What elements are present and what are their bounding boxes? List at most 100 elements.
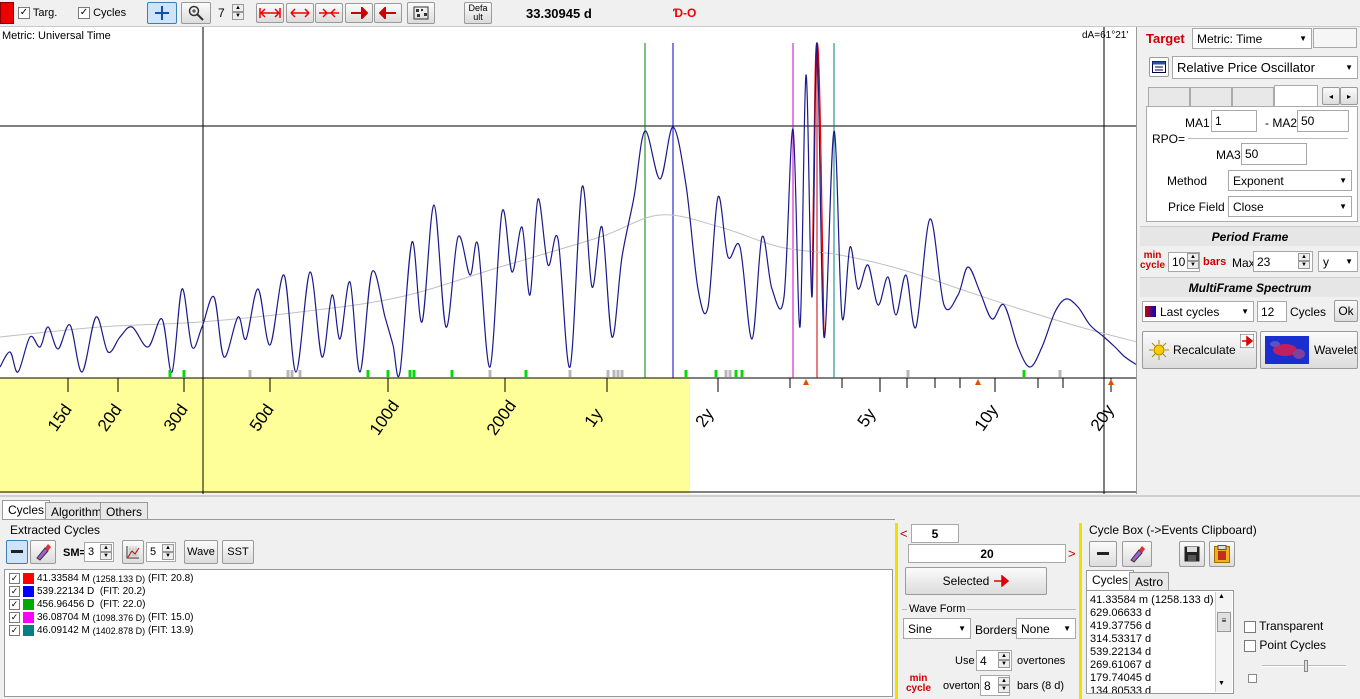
target-color-swatch[interactable] — [0, 2, 14, 24]
ma1-input[interactable]: 1 — [1211, 110, 1257, 132]
tab-others[interactable]: Others — [100, 502, 149, 520]
indicator-tab-1[interactable] — [1148, 87, 1190, 107]
save-button[interactable] — [1179, 541, 1205, 567]
cycle-box-edit-button[interactable] — [1122, 541, 1152, 567]
options-small-checkbox[interactable] — [1248, 674, 1257, 683]
cycle-box-scroll-up[interactable]: ▲ — [1218, 593, 1225, 600]
zoom-button[interactable] — [181, 2, 211, 24]
crosshair-button[interactable] — [147, 2, 177, 24]
last-cycles-select[interactable]: Last cycles — [1142, 301, 1254, 322]
expand-range-button[interactable] — [256, 3, 284, 23]
cycle-color-swatch[interactable] — [23, 612, 34, 623]
cycle-color-swatch[interactable] — [23, 625, 34, 636]
cycles-count-input[interactable]: 12 — [1257, 301, 1287, 322]
tab-scroll-right[interactable]: ▸ — [1340, 87, 1358, 105]
stretch-button[interactable] — [286, 3, 314, 23]
cycle-row-checkbox[interactable]: ✓ — [9, 586, 20, 597]
tab-algorithm[interactable]: Algorithm — [45, 502, 108, 520]
default-button[interactable]: Defa ult — [464, 2, 492, 24]
cycle-box-item[interactable]: 41.33584 m (1258.133 d) — [1090, 594, 1233, 607]
cycle-row[interactable]: ✓ 46.09142 M (1402.878 D) (FIT: 13.9) — [5, 624, 892, 637]
zoom-spinner[interactable]: ▲ ▼ — [232, 4, 244, 20]
count-spinner[interactable]: ▲ ▼ — [162, 544, 174, 560]
cycles-label: Cycles — [93, 7, 127, 19]
indicator-tab-2[interactable] — [1190, 87, 1232, 107]
edit-cycle-button[interactable] — [30, 540, 56, 564]
cycles-checkbox[interactable]: ✓ Cycles — [78, 7, 127, 20]
ma3-input[interactable]: 50 — [1241, 143, 1307, 165]
selected-button[interactable]: Selected — [905, 567, 1047, 595]
recalculate-button[interactable]: Recalculate — [1142, 331, 1257, 369]
forward-button[interactable] — [345, 3, 373, 23]
sm-spinner[interactable]: ▲ ▼ — [100, 544, 112, 560]
cycle-row[interactable]: ✓ 456.96456 D (FIT: 22.0) — [5, 598, 892, 611]
sst-button[interactable]: SST — [222, 540, 254, 564]
cycle-row[interactable]: ✓ 539.22134 D (FIT: 20.2) — [5, 585, 892, 598]
clipboard-button[interactable] — [1209, 541, 1235, 567]
indicator-icon-button[interactable] — [1149, 57, 1169, 77]
cycle-box-scroll-thumb[interactable]: ≡ — [1217, 612, 1231, 632]
method-select[interactable]: Exponent — [1228, 170, 1352, 191]
cycle-row[interactable]: ✓ 41.33584 M (1258.133 D) (FIT: 20.8) — [5, 572, 892, 585]
price-field-select[interactable]: Close — [1228, 196, 1352, 217]
cycle-color-swatch[interactable] — [23, 599, 34, 610]
cycle-row[interactable]: ✓ 36.08704 M (1098.376 D) (FIT: 15.0) — [5, 611, 892, 624]
cycle-box-tab-cycles[interactable]: Cycles — [1086, 570, 1135, 590]
cycle-box-list[interactable]: 41.33584 m (1258.133 d) 629.06633 d 419.37… — [1086, 590, 1234, 694]
ok-button[interactable]: Ok — [1334, 300, 1358, 322]
cycle-box-scroll-down[interactable]: ▼ — [1218, 680, 1225, 687]
cycle-point-marker — [1058, 370, 1062, 377]
cycle-box-item[interactable]: 134.80533 d — [1090, 685, 1233, 693]
range-low-input[interactable]: 5 — [911, 524, 959, 543]
cycle-box-scrollbar[interactable]: ▲ ≡ ▼ — [1215, 592, 1232, 692]
cycle-point-marker — [366, 370, 370, 377]
cycle-row-checkbox[interactable]: ✓ — [9, 612, 20, 623]
borders-select[interactable]: None — [1016, 618, 1076, 639]
remove-cycle-button[interactable] — [6, 540, 28, 564]
cycle-row-checkbox[interactable]: ✓ — [9, 573, 20, 584]
ma2-input[interactable]: 50 — [1297, 110, 1349, 132]
transparent-checkbox[interactable]: Transparent — [1244, 619, 1323, 633]
cycle-box-item[interactable]: 179.74045 d — [1090, 672, 1233, 685]
target-extra-field[interactable] — [1313, 28, 1357, 48]
compress-button[interactable] — [315, 3, 343, 23]
chart-area[interactable]: Metric: Universal Time dA=61°21' 15d 20d 3… — [0, 27, 1137, 494]
overtone-spinner[interactable]: ▲ ▼ — [998, 677, 1010, 693]
range-high-input[interactable]: 20 — [908, 544, 1066, 563]
tab-scroll-left[interactable]: ◂ — [1322, 87, 1340, 105]
tab-cycles[interactable]: Cycles — [2, 500, 51, 520]
cycle-row-checkbox[interactable]: ✓ — [9, 625, 20, 636]
cycle-row-checkbox[interactable]: ✓ — [9, 599, 20, 610]
transparency-slider[interactable] — [1262, 660, 1346, 672]
slider-thumb[interactable] — [1304, 660, 1308, 672]
wavelet-icon — [1265, 336, 1309, 364]
metric-select[interactable]: Metric: Time — [1192, 28, 1312, 49]
period-unit-select[interactable]: y — [1318, 251, 1358, 272]
cycle-box-tab-astro[interactable]: Astro — [1129, 572, 1170, 590]
grid-button[interactable] — [407, 2, 435, 24]
max-period-spinner[interactable]: ▲ ▼ — [1298, 253, 1310, 269]
cycle-point-marker — [1022, 370, 1026, 377]
cycle-box-item[interactable]: 539.22134 d — [1090, 646, 1233, 659]
cycle-box-remove-button[interactable] — [1089, 541, 1117, 567]
point-cycles-checkbox[interactable]: Point Cycles — [1244, 638, 1326, 652]
min-period-spinner[interactable]: ▲ ▼ — [1187, 253, 1199, 269]
cycle-box-item[interactable]: 629.06633 d — [1090, 607, 1233, 620]
extracted-cycles-list[interactable]: ✓ 41.33584 M (1258.133 D) (FIT: 20.8) ✓ 539… — [4, 569, 893, 697]
zoom-value[interactable]: 7 — [218, 6, 225, 20]
grid-chart-button[interactable] — [122, 540, 144, 564]
cycle-color-swatch[interactable] — [23, 586, 34, 597]
cycle-color-swatch[interactable] — [23, 573, 34, 584]
indicator-tab-3[interactable] — [1232, 87, 1274, 107]
use-spinner[interactable]: ▲ ▼ — [998, 652, 1010, 668]
indicator-select[interactable]: Relative Price Oscillator — [1172, 56, 1358, 79]
indicator-tab-4[interactable] — [1274, 85, 1318, 107]
wave-button[interactable]: Wave — [184, 540, 218, 564]
targ-checkbox[interactable]: ✓ Targ. — [18, 7, 57, 20]
cycle-box-item[interactable]: 419.37756 d — [1090, 620, 1233, 633]
back-button[interactable] — [374, 3, 402, 23]
wavelet-button[interactable]: Wavelet — [1260, 331, 1358, 369]
cycle-box-item[interactable]: 269.61067 d — [1090, 659, 1233, 672]
wave-type-select[interactable]: Sine — [903, 618, 971, 639]
cycle-box-item[interactable]: 314.53317 d — [1090, 633, 1233, 646]
